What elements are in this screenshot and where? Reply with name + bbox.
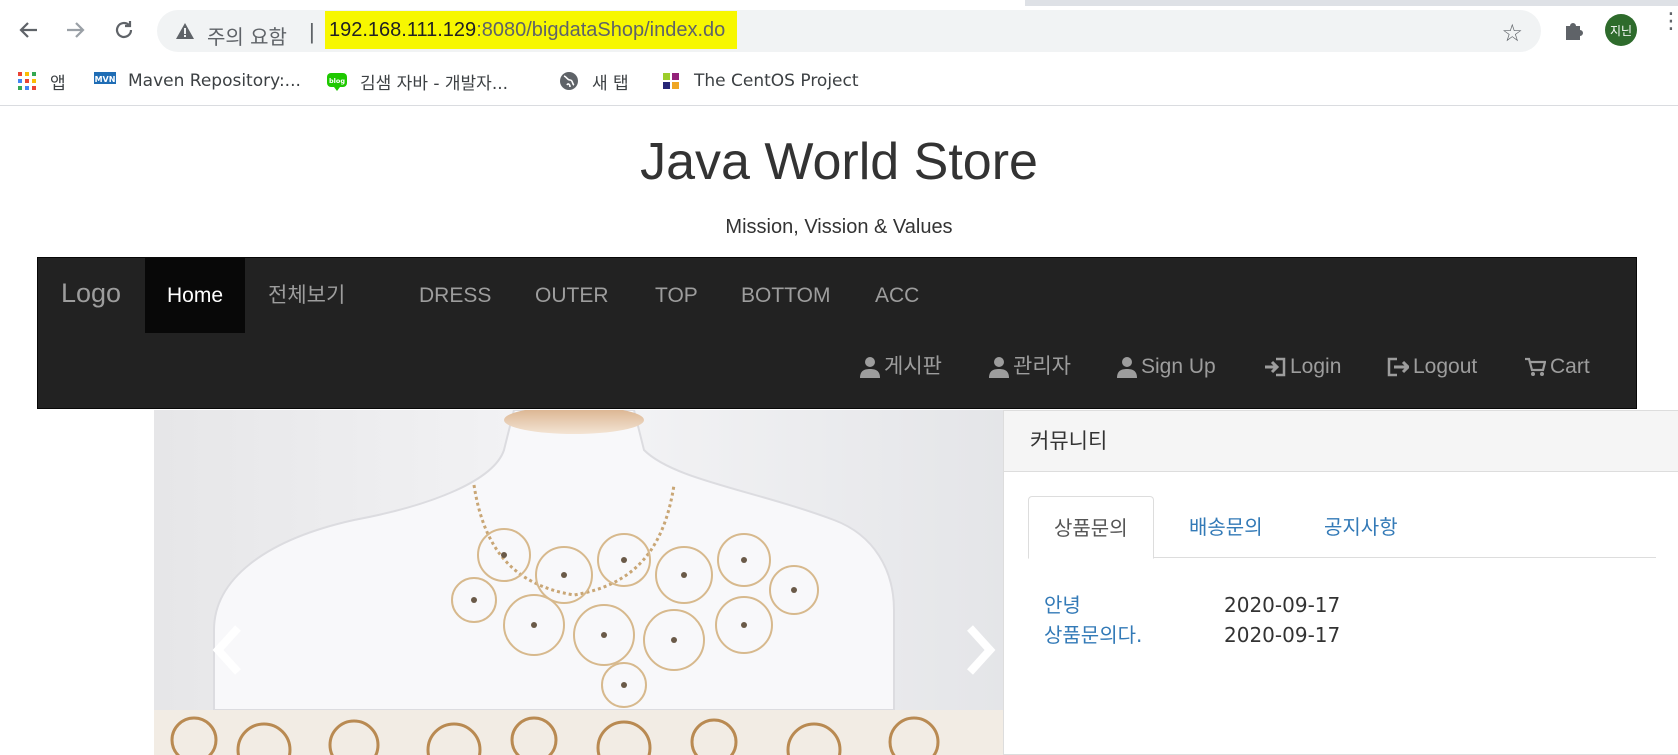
tab-product-inquiry[interactable]: 상품문의 <box>1028 496 1154 559</box>
url-host: 192.168.111.129 <box>329 19 477 41</box>
nav-dress[interactable]: DRESS <box>397 258 513 333</box>
nav-board[interactable]: 게시판 <box>860 342 942 392</box>
nav-home[interactable]: Home <box>145 258 246 333</box>
nav-cart[interactable]: Cart <box>1524 342 1590 392</box>
bookmark-centos[interactable]: The CentOS Project <box>660 66 859 96</box>
community-panel: 커뮤니티 상품문의 배송문의 공지사항 안녕 2020-09-17 상품문의다. 2… <box>1003 410 1678 755</box>
globe-icon <box>560 72 578 90</box>
cart-icon <box>1525 357 1546 376</box>
browser-toolbar: 주의 요함 | 192.168.111.129:8080/bigdataShop… <box>0 0 1678 58</box>
bookmark-blog[interactable]: blog 김샘 자바 - 개발자... <box>326 66 508 96</box>
post-date: 2020-09-17 <box>1224 593 1341 617</box>
security-label: 주의 요함 <box>207 25 287 49</box>
profile-avatar[interactable]: 지닌 <box>1605 14 1637 46</box>
nav-logout-label: Logout <box>1413 355 1478 378</box>
nav-login-label: Login <box>1290 355 1342 378</box>
nav-logout[interactable]: Logout <box>1387 342 1477 392</box>
navbar-brand[interactable]: Logo <box>61 278 121 309</box>
bookmark-label: The CentOS Project <box>694 71 859 91</box>
site-subtitle: Mission, Vission & Values <box>725 216 953 238</box>
user-icon <box>1117 357 1137 378</box>
post-subject[interactable]: 안녕 <box>1044 589 1224 618</box>
bookmark-label: Maven Repository:... <box>128 71 301 91</box>
forward-icon[interactable] <box>60 14 92 46</box>
url-text[interactable]: 192.168.111.129:8080/bigdataShop/index.d… <box>325 11 738 49</box>
centos-icon <box>663 73 679 89</box>
bookmark-maven[interactable]: MVN Maven Repository:... <box>94 66 301 96</box>
list-item: 안녕 2020-09-17 <box>1044 589 1340 618</box>
nav-outer[interactable]: OUTER <box>513 258 631 333</box>
nav-admin[interactable]: 관리자 <box>989 342 1071 392</box>
tab-strip <box>0 0 1678 6</box>
bookmarks-bar: 앱 MVN Maven Repository:... blog 김샘 자바 - … <box>0 58 1678 106</box>
user-icon <box>860 357 880 378</box>
separator: | <box>309 19 315 44</box>
bookmark-apps[interactable]: 앱 <box>16 66 66 96</box>
blog-icon: blog <box>327 73 347 91</box>
extensions-icon[interactable] <box>1560 16 1588 44</box>
maven-icon: MVN <box>94 72 116 90</box>
bookmark-new-tab[interactable]: 새 탭 <box>558 66 629 96</box>
menu-icon[interactable]: ⋮ <box>1660 10 1678 32</box>
nav-acc[interactable]: ACC <box>853 258 941 333</box>
svg-text:MVN: MVN <box>95 75 116 84</box>
url-path: :8080/bigdataShop/index.do <box>476 19 726 41</box>
community-tabs: 상품문의 배송문의 공지사항 <box>1028 496 1656 559</box>
user-icon <box>989 357 1009 378</box>
nav-bottom[interactable]: BOTTOM <box>719 258 852 333</box>
tab-shipping-inquiry[interactable]: 배송문의 <box>1164 496 1288 559</box>
nav-cart-label: Cart <box>1550 355 1590 378</box>
bookmark-label: 김샘 자바 - 개발자... <box>360 73 509 94</box>
carousel-next-icon[interactable] <box>960 620 1000 680</box>
reload-icon[interactable] <box>108 14 140 46</box>
nav-all[interactable]: 전체보기 <box>246 258 367 333</box>
bookmark-label: 새 탭 <box>592 73 629 94</box>
nav-login[interactable]: Login <box>1264 342 1341 392</box>
nav-signup[interactable]: Sign Up <box>1117 342 1216 392</box>
carousel-image <box>154 410 1004 755</box>
bookmark-label: 앱 <box>50 73 66 94</box>
address-bar[interactable]: 주의 요함 | 192.168.111.129:8080/bigdataShop… <box>157 10 1541 52</box>
back-icon[interactable] <box>12 14 44 46</box>
apps-grid-icon <box>18 72 36 90</box>
nav-admin-label: 관리자 <box>1013 355 1071 378</box>
main-navbar: Logo Home 전체보기 DRESS OUTER TOP BOTTOM AC… <box>37 257 1637 409</box>
bookmark-star-icon[interactable]: ☆ <box>1501 19 1523 48</box>
warning-icon <box>176 23 194 39</box>
nav-board-label: 게시판 <box>884 355 942 378</box>
post-date: 2020-09-17 <box>1224 623 1341 647</box>
svg-text:blog: blog <box>329 77 345 85</box>
nav-top[interactable]: TOP <box>633 258 720 333</box>
logout-icon <box>1387 357 1409 377</box>
login-icon <box>1265 357 1286 377</box>
nav-signup-label: Sign Up <box>1141 355 1216 378</box>
post-subject[interactable]: 상품문의다. <box>1044 619 1224 648</box>
community-heading: 커뮤니티 <box>1004 411 1678 472</box>
carousel-prev-icon[interactable] <box>208 620 248 680</box>
list-item: 상품문의다. 2020-09-17 <box>1044 619 1340 648</box>
site-title: Java World Store <box>640 133 1038 191</box>
product-carousel <box>154 410 1004 755</box>
tab-notice[interactable]: 공지사항 <box>1299 496 1423 559</box>
